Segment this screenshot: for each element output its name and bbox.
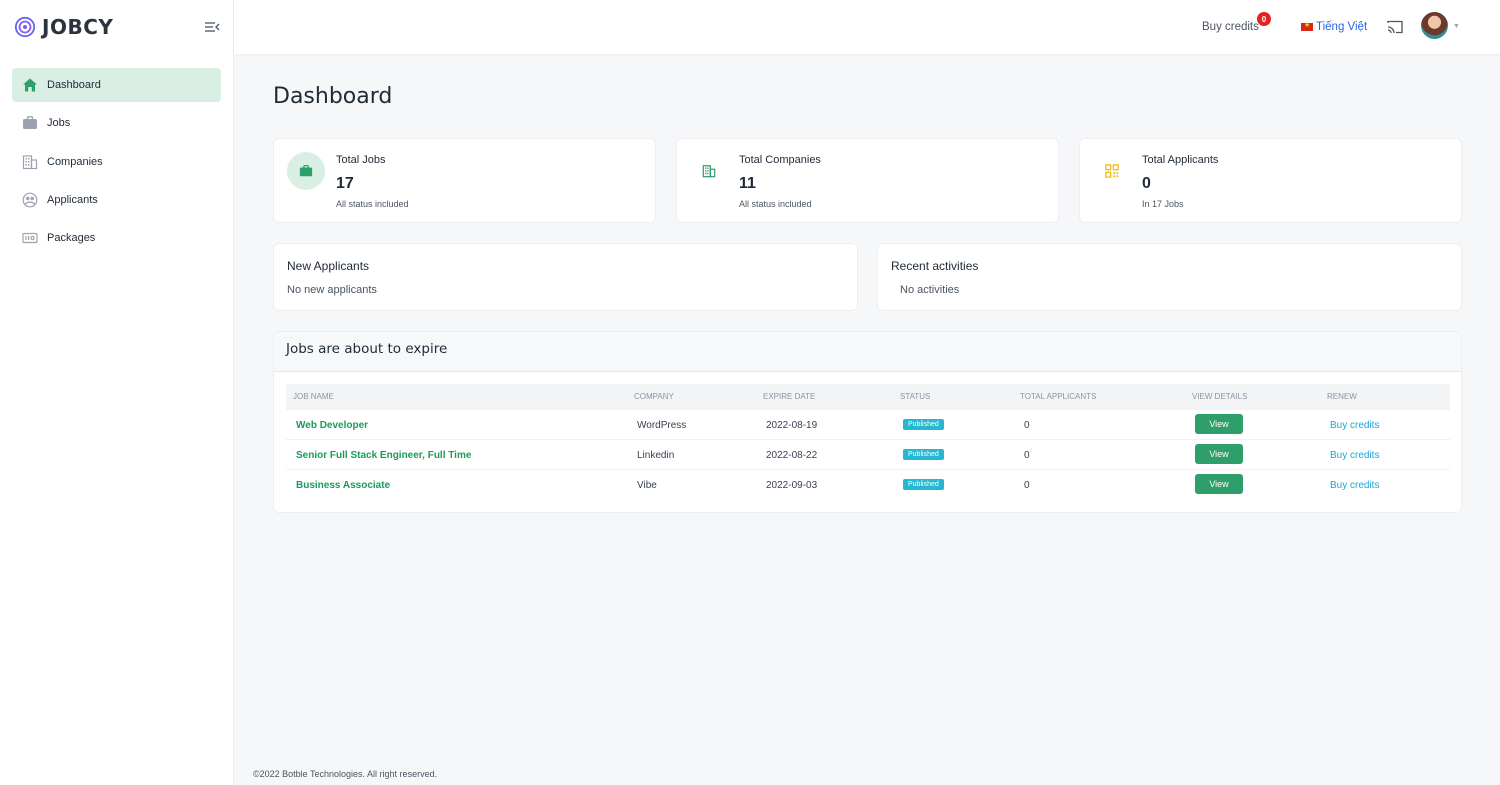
status-badge: Published <box>903 419 944 430</box>
applicants-cell: 0 <box>1024 420 1030 431</box>
collapse-menu-icon[interactable] <box>204 20 220 34</box>
stat-value: 11 <box>739 175 756 192</box>
company-cell: Vibe <box>637 480 657 491</box>
topbar: Buy credits 0 Tiếng Việt ▼ <box>234 0 1500 54</box>
brand-logo-icon <box>14 16 36 38</box>
column-header: Renew <box>1327 392 1357 401</box>
building-icon <box>21 153 39 171</box>
home-icon <box>21 76 39 94</box>
new-applicants-panel: New Applicants No new applicants <box>273 243 858 311</box>
panel-header: Jobs are about to expire <box>274 332 1461 372</box>
column-header: Status <box>900 392 931 401</box>
job-name-link[interactable]: Web Developer <box>296 420 368 431</box>
brand-name: JOBCY <box>42 15 114 39</box>
stat-label: Total Companies <box>739 154 821 166</box>
applicants-cell: 0 <box>1024 480 1030 491</box>
job-name-link[interactable]: Business Associate <box>296 480 390 491</box>
building-icon <box>690 152 728 190</box>
panel-title: New Applicants <box>287 259 370 273</box>
cast-icon[interactable] <box>1386 19 1404 35</box>
stat-value: 17 <box>336 175 354 192</box>
status-badge: Published <box>903 479 944 490</box>
expiring-jobs-panel: Jobs are about to expire Job Name Compan… <box>273 331 1462 513</box>
sidebar: JOBCY Dashboard Jobs Companies Applicant… <box>0 0 234 785</box>
footer-copyright: ©2022 Botble Technologies. All right res… <box>253 769 438 779</box>
table-header: Job Name Company Expire Date Status Tota… <box>286 384 1450 410</box>
applicants-cell: 0 <box>1024 450 1030 461</box>
table-row: Senior Full Stack Engineer, Full Time Li… <box>286 440 1450 470</box>
stat-card-total-applicants: Total Applicants 0 In 17 Jobs <box>1079 138 1462 223</box>
buy-credits-link[interactable]: Buy credits <box>1202 21 1259 33</box>
empty-message: No new applicants <box>287 284 377 296</box>
sidebar-nav: Dashboard Jobs Companies Applicants Pack… <box>12 68 221 259</box>
language-label: Tiếng Việt <box>1316 21 1368 33</box>
sidebar-item-dashboard[interactable]: Dashboard <box>12 68 221 102</box>
table-row: Web Developer WordPress 2022-08-19 Publi… <box>286 410 1450 440</box>
credits-count-badge: 0 <box>1257 12 1271 26</box>
briefcase-icon <box>21 114 39 132</box>
page-title: Dashboard <box>273 84 393 109</box>
briefcase-icon <box>287 152 325 190</box>
sidebar-item-label: Applicants <box>47 193 98 206</box>
view-button[interactable]: View <box>1195 474 1243 494</box>
sidebar-item-applicants[interactable]: Applicants <box>12 183 221 217</box>
panel-title: Recent activities <box>891 259 979 273</box>
column-header: Company <box>634 392 674 401</box>
sidebar-item-label: Packages <box>47 232 96 245</box>
stat-subtext: All status included <box>336 199 409 209</box>
stat-subtext: In 17 Jobs <box>1142 199 1184 209</box>
chevron-down-icon[interactable]: ▼ <box>1453 23 1460 30</box>
status-badge: Published <box>903 449 944 460</box>
column-header: Job Name <box>293 392 334 401</box>
buy-credits-link[interactable]: Buy credits <box>1330 420 1379 431</box>
buy-credits-link[interactable]: Buy credits <box>1330 480 1379 491</box>
view-button[interactable]: View <box>1195 414 1243 434</box>
vietnam-flag-icon <box>1301 21 1313 31</box>
job-name-link[interactable]: Senior Full Stack Engineer, Full Time <box>296 450 471 461</box>
expire-date-cell: 2022-08-22 <box>766 450 818 461</box>
expire-date-cell: 2022-08-19 <box>766 420 818 431</box>
column-header: View Details <box>1192 392 1248 401</box>
sidebar-item-label: Dashboard <box>47 79 101 91</box>
users-icon <box>21 191 39 209</box>
expiring-jobs-table: Job Name Company Expire Date Status Tota… <box>286 384 1450 500</box>
company-cell: WordPress <box>637 420 687 431</box>
sidebar-item-label: Companies <box>47 155 103 168</box>
empty-message: No activities <box>900 284 960 296</box>
column-header: Total Applicants <box>1020 392 1097 401</box>
stat-label: Total Applicants <box>1142 154 1219 166</box>
buy-credits-link[interactable]: Buy credits <box>1330 450 1379 461</box>
stat-subtext: All status included <box>739 199 812 209</box>
stat-label: Total Jobs <box>336 154 386 166</box>
language-switcher[interactable]: Tiếng Việt <box>1301 21 1367 33</box>
sidebar-item-label: Jobs <box>47 117 71 130</box>
brand[interactable]: JOBCY <box>14 15 113 39</box>
panel-title: Jobs are about to expire <box>286 341 448 357</box>
stat-value: 0 <box>1142 175 1151 192</box>
column-header: Expire Date <box>763 392 816 401</box>
company-cell: Linkedin <box>637 450 675 461</box>
stat-card-total-companies: Total Companies 11 All status included <box>676 138 1059 223</box>
stat-card-total-jobs: Total Jobs 17 All status included <box>273 138 656 223</box>
recent-activities-panel: Recent activities No activities <box>877 243 1462 311</box>
sidebar-item-companies[interactable]: Companies <box>12 145 221 179</box>
view-button[interactable]: View <box>1195 444 1243 464</box>
user-avatar[interactable] <box>1421 12 1448 39</box>
sidebar-item-jobs[interactable]: Jobs <box>12 106 221 140</box>
expire-date-cell: 2022-09-03 <box>766 480 818 491</box>
sidebar-item-packages[interactable]: Packages <box>12 221 221 255</box>
qrcode-icon <box>1093 152 1131 190</box>
table-row: Business Associate Vibe 2022-09-03 Publi… <box>286 470 1450 500</box>
package-icon <box>21 229 39 247</box>
